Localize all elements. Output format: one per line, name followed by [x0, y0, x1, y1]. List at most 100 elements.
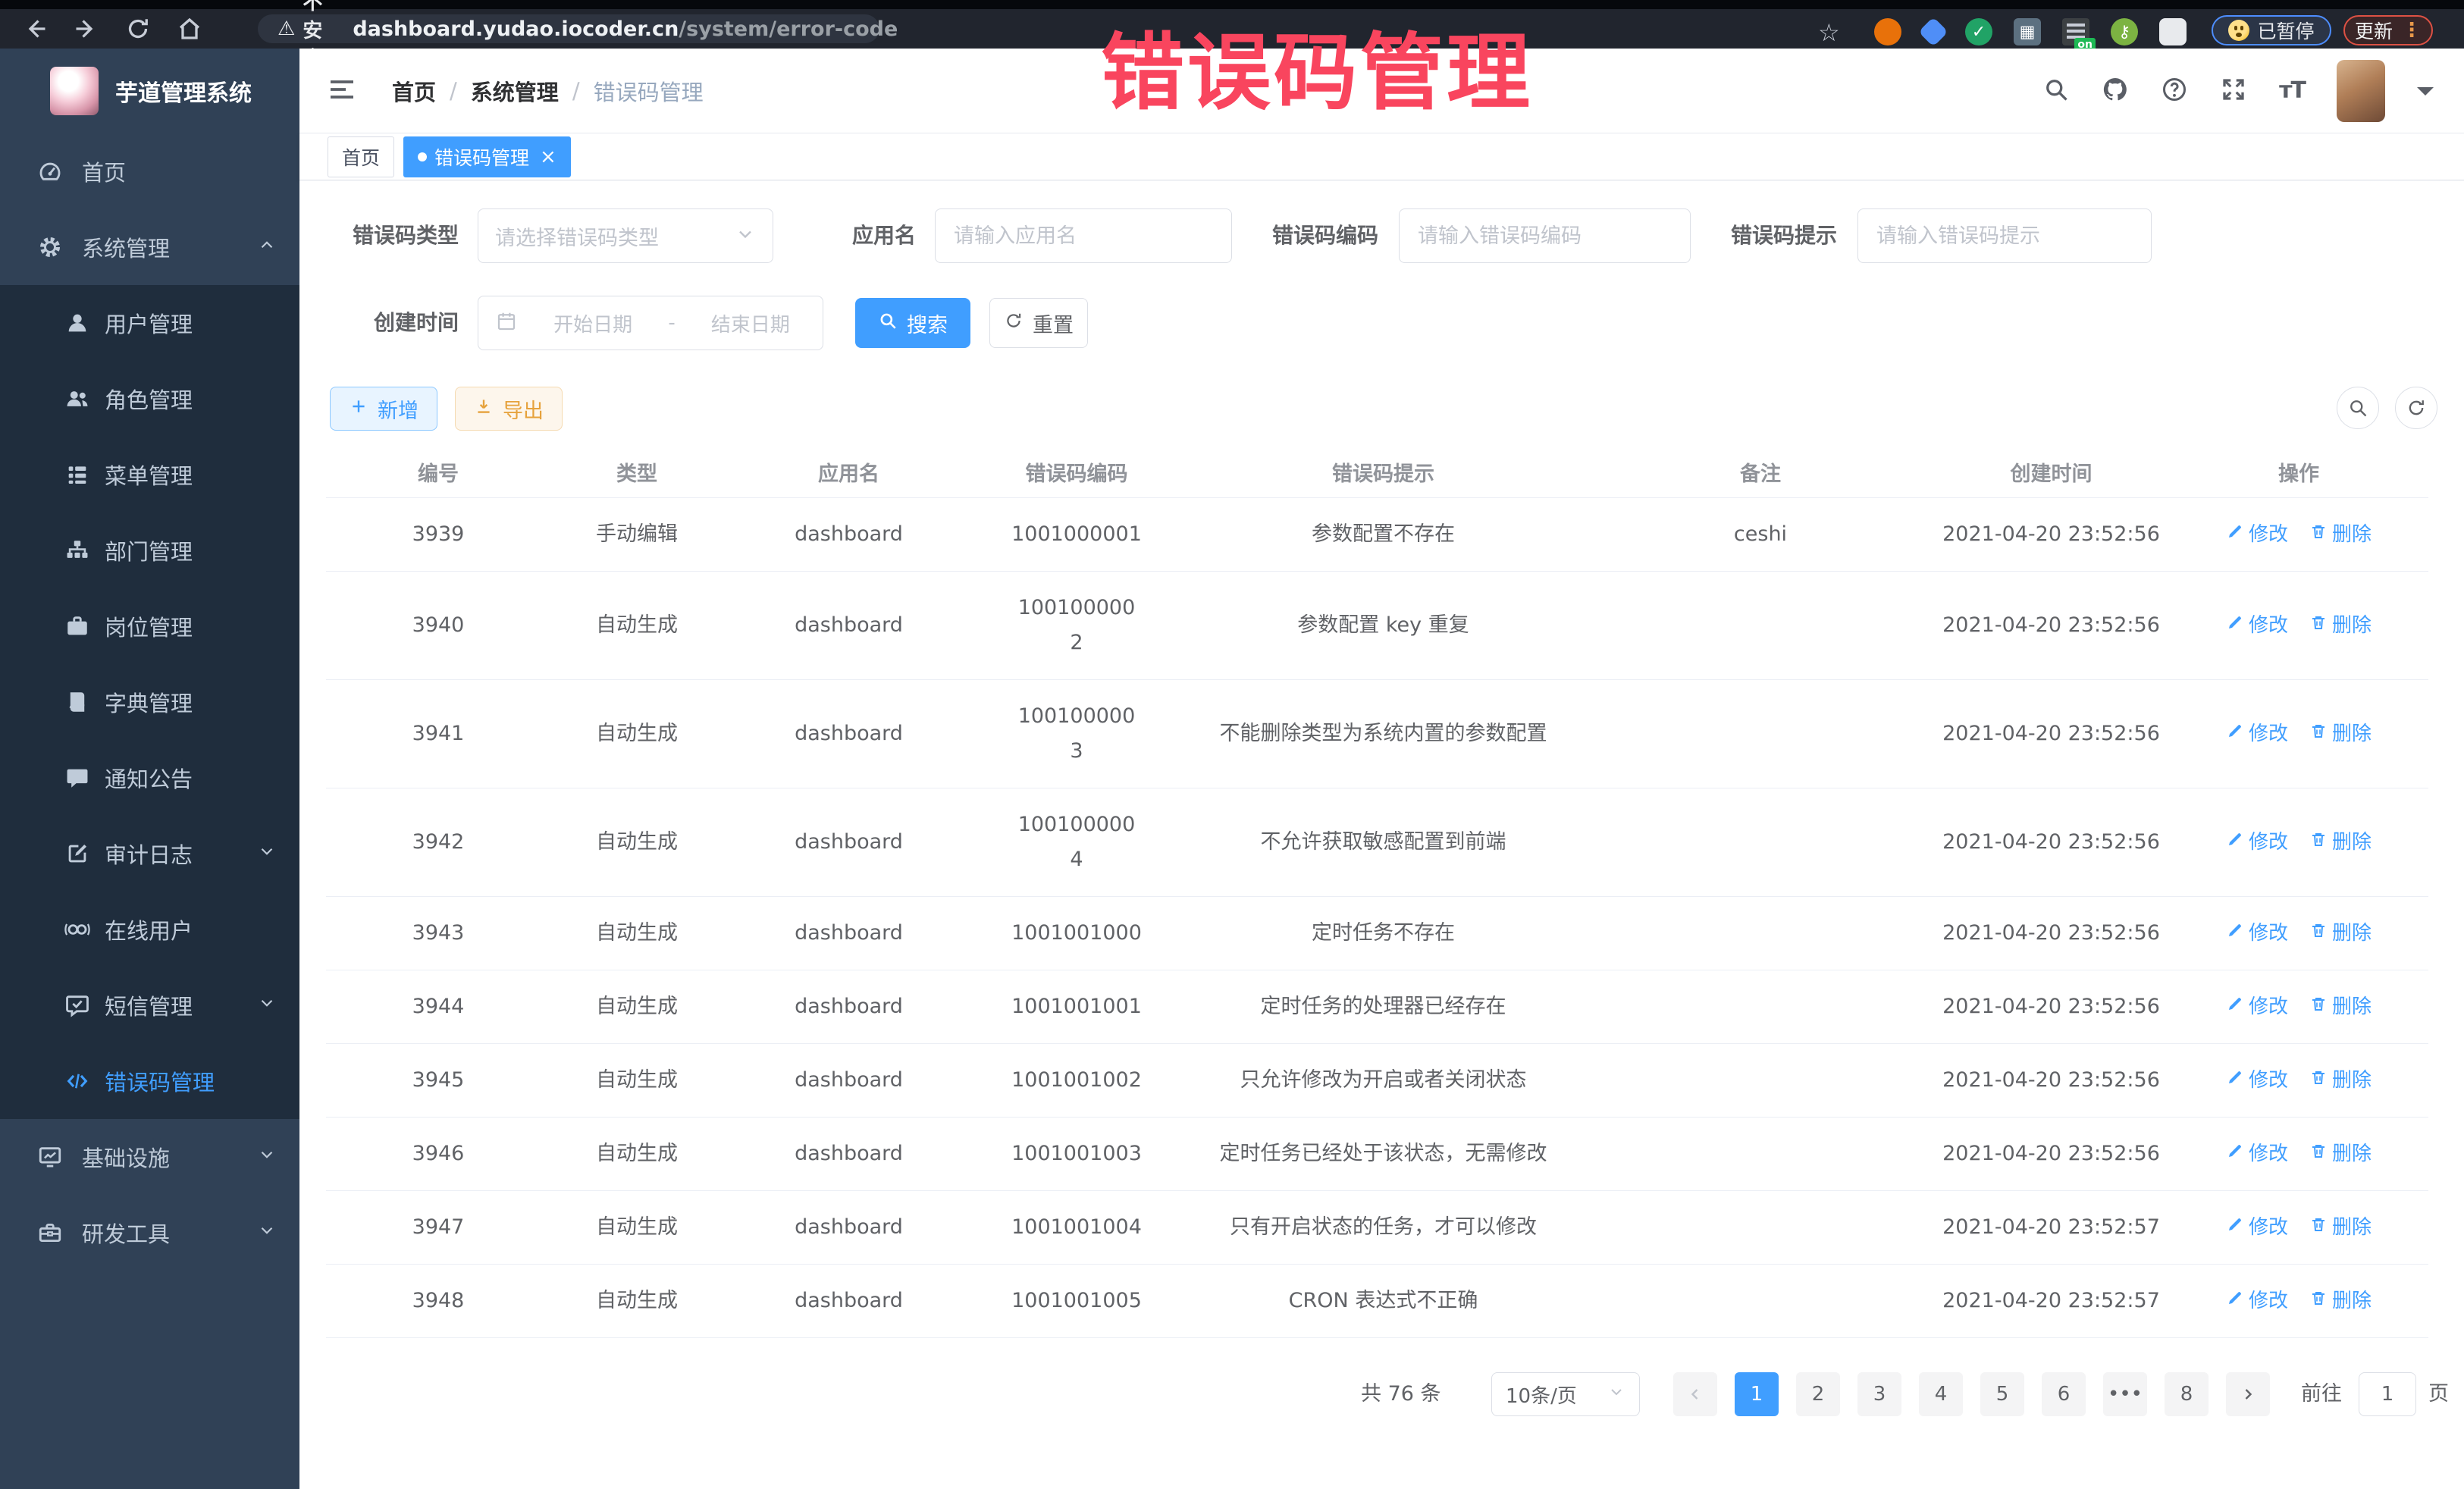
error-hint-input[interactable]: [1858, 224, 2151, 248]
row-memo: [1588, 788, 1933, 896]
sidebar-item-system[interactable]: 系统管理: [0, 209, 299, 285]
forward-icon[interactable]: [70, 12, 103, 45]
sidebar-item-online[interactable]: 在线用户: [0, 892, 299, 967]
font-size-icon[interactable]: тT: [2279, 77, 2305, 104]
orange-extension-icon[interactable]: [1874, 18, 1901, 45]
sidebar-item-devtools[interactable]: 研发工具: [0, 1195, 299, 1271]
delete-link[interactable]: 删除: [2309, 989, 2372, 1024]
list-on-extension-icon[interactable]: on: [2062, 18, 2089, 45]
search-icon[interactable]: [2042, 76, 2070, 106]
reload-icon[interactable]: [121, 12, 155, 45]
delete-link[interactable]: 删除: [2309, 1136, 2372, 1171]
next-page-button[interactable]: [2226, 1372, 2270, 1416]
add-button[interactable]: 新增: [330, 387, 437, 431]
back-icon[interactable]: [18, 12, 52, 45]
delete-link[interactable]: 删除: [2309, 1284, 2372, 1318]
green-v-extension-icon[interactable]: ✓: [1965, 18, 1992, 45]
edit-link[interactable]: 修改: [2226, 1136, 2288, 1171]
goto-page-input[interactable]: [2359, 1372, 2416, 1416]
refresh-table-button[interactable]: [2395, 387, 2437, 429]
show-search-toggle-button[interactable]: [2337, 387, 2379, 429]
edit-link[interactable]: 修改: [2226, 1284, 2288, 1318]
address-bar[interactable]: ⚠ 不安全 dashboard.yudao.iocoder.cn/system/…: [258, 14, 879, 43]
sidebar-item-dict[interactable]: 字典管理: [0, 664, 299, 740]
app-name-input[interactable]: [936, 224, 1231, 248]
app-logo[interactable]: 芋道管理系统: [0, 49, 299, 133]
org-tree-icon: [64, 538, 91, 563]
key-extension-icon[interactable]: ⚷: [2111, 18, 2138, 45]
tab-错误码管理[interactable]: 错误码管理×: [403, 136, 571, 177]
app-name-label: 应用名: [802, 208, 916, 263]
caret-down-icon[interactable]: [2417, 87, 2434, 104]
sidebar-item-audit[interactable]: 审计日志: [0, 816, 299, 892]
delete-link[interactable]: 删除: [2309, 1063, 2372, 1098]
edit-link[interactable]: 修改: [2226, 1063, 2288, 1098]
sidebar-item-notice[interactable]: 通知公告: [0, 740, 299, 816]
error-type-select[interactable]: 请选择错误码类型: [478, 208, 773, 263]
tiles-extension-icon[interactable]: ▦: [2014, 18, 2041, 45]
row-message: 只有开启状态的任务，才可以修改: [1179, 1190, 1588, 1264]
sidebar-item-errcode[interactable]: 错误码管理: [0, 1043, 299, 1119]
sidebar-item-role[interactable]: 角色管理: [0, 361, 299, 437]
blue-gem-extension-icon[interactable]: [1918, 17, 1948, 47]
page-button[interactable]: 8: [2165, 1372, 2209, 1416]
row-code: 1001001002: [974, 1043, 1179, 1117]
browser-menu-icon[interactable]: ⋮: [2402, 19, 2422, 42]
row-app: dashboard: [723, 1190, 974, 1264]
edit-link[interactable]: 修改: [2226, 517, 2288, 552]
sidebar-item-home[interactable]: 首页: [0, 133, 299, 209]
user-avatar[interactable]: [2337, 60, 2385, 122]
delete-link[interactable]: 删除: [2309, 1210, 2372, 1245]
page-button[interactable]: 2: [1796, 1372, 1840, 1416]
page-button[interactable]: 6: [2042, 1372, 2086, 1416]
browser-update-button[interactable]: 更新 ⋮: [2343, 15, 2433, 45]
page-button[interactable]: 3: [1857, 1372, 1901, 1416]
table-row: 3942自动生成dashboard1001000004不允许获取敏感配置到前端2…: [326, 788, 2428, 896]
paused-extension-badge[interactable]: 已暂停: [2212, 15, 2331, 45]
edit-link[interactable]: 修改: [2226, 1210, 2288, 1245]
sidebar-item-label: 系统管理: [82, 231, 170, 263]
delete-link[interactable]: 删除: [2309, 517, 2372, 552]
close-icon[interactable]: ×: [540, 147, 556, 167]
edit-link[interactable]: 修改: [2226, 916, 2288, 951]
edit-link[interactable]: 修改: [2226, 989, 2288, 1024]
delete-link[interactable]: 删除: [2309, 608, 2372, 643]
delete-link[interactable]: 删除: [2309, 916, 2372, 951]
github-icon[interactable]: [2102, 76, 2129, 106]
edit-icon: [2226, 989, 2244, 1024]
sidebar-item-post[interactable]: 岗位管理: [0, 588, 299, 664]
bookmark-icon[interactable]: ☆: [1818, 18, 1840, 47]
delete-link[interactable]: 删除: [2309, 825, 2372, 860]
sidebar-item-sms[interactable]: 短信管理: [0, 967, 299, 1043]
export-button[interactable]: 导出: [455, 387, 563, 431]
page-button[interactable]: 5: [1980, 1372, 2024, 1416]
breadcrumb-item[interactable]: 首页: [392, 75, 436, 107]
reset-button[interactable]: 重置: [989, 298, 1088, 348]
sidebar-item-menu[interactable]: 菜单管理: [0, 437, 299, 513]
edit-link[interactable]: 修改: [2226, 825, 2288, 860]
help-icon[interactable]: [2161, 76, 2188, 106]
tab-首页[interactable]: 首页: [328, 136, 394, 177]
puzzle-extension-icon[interactable]: [2159, 18, 2187, 45]
create-time-range-picker[interactable]: 开始日期 - 结束日期: [478, 296, 823, 350]
tags-view-bar: 首页错误码管理×: [299, 133, 2464, 180]
sidebar-item-dept[interactable]: 部门管理: [0, 513, 299, 588]
home-icon[interactable]: [173, 12, 206, 45]
prev-page-button[interactable]: [1673, 1372, 1717, 1416]
error-code-input[interactable]: [1400, 224, 1690, 248]
fullscreen-icon[interactable]: [2220, 76, 2247, 106]
search-button[interactable]: 搜索: [855, 298, 970, 348]
delete-link[interactable]: 删除: [2309, 716, 2372, 751]
page-button[interactable]: 1: [1735, 1372, 1779, 1416]
table-row: 3943自动生成dashboard1001001000定时任务不存在2021-0…: [326, 896, 2428, 970]
page-size-select[interactable]: 10条/页: [1491, 1372, 1640, 1416]
edit-link[interactable]: 修改: [2226, 716, 2288, 751]
sidebar-item-user[interactable]: 用户管理: [0, 285, 299, 361]
row-create-time: 2021-04-20 23:52:56: [1933, 571, 2169, 679]
sidebar-item-infra[interactable]: 基础设施: [0, 1119, 299, 1195]
hamburger-icon[interactable]: [327, 74, 357, 108]
pagination-more[interactable]: •••: [2103, 1372, 2147, 1416]
edit-link[interactable]: 修改: [2226, 608, 2288, 643]
page-button[interactable]: 4: [1919, 1372, 1963, 1416]
breadcrumb-item[interactable]: 系统管理: [471, 75, 559, 107]
